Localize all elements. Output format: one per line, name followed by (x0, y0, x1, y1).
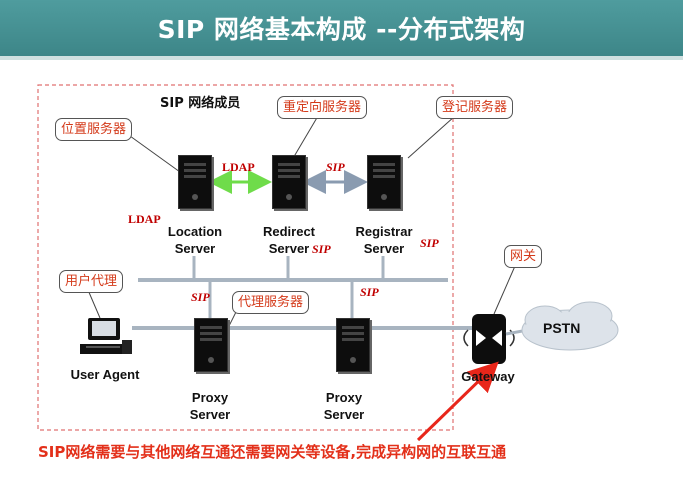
callout-pointer-location (129, 135, 181, 173)
callout-registrar-server: 登记服务器 (436, 96, 514, 119)
label-proxy-server-2-text: Proxy Server (323, 390, 365, 422)
footer-note: SIP网络需要与其他网络互通还需要网关等设备,完成异构网的互联互通 (38, 443, 507, 461)
callout-gateway: 网关 (504, 245, 543, 268)
proxy-server-1-icon (194, 318, 228, 372)
members-title: SIP 网络成员 (160, 96, 241, 111)
registrar-server-icon (367, 155, 401, 209)
label-proxy-server-1: Proxy Server (165, 389, 255, 423)
user-agent-computer-icon (80, 318, 132, 354)
label-user-agent: User Agent (70, 367, 140, 382)
protocol-sip-proxy1: SIP (191, 290, 210, 304)
gateway-icon (463, 314, 515, 364)
callout-pointer-gateway (493, 265, 516, 315)
location-server-icon (178, 155, 212, 209)
callout-user-agent: 用户代理 (59, 270, 124, 293)
label-gateway: Gateway (461, 369, 515, 384)
protocol-ldap-top: LDAP (222, 160, 255, 174)
label-location-server-text: Location Server (167, 224, 223, 256)
callout-pointer-registrar (407, 115, 456, 159)
label-registrar-server-text: Registrar Server (355, 224, 413, 256)
protocol-ldap-side: LDAP (128, 212, 161, 226)
label-proxy-server-2: Proxy Server (299, 389, 389, 423)
protocol-sip-redirect: SIP (312, 242, 331, 256)
proxy-server-2-icon (336, 318, 370, 372)
callout-location-server: 位置服务器 (55, 118, 133, 141)
label-registrar-server: Registrar Server (339, 223, 429, 257)
protocol-sip-top: SIP (326, 160, 345, 174)
callout-redirect-server: 重定向服务器 (277, 96, 368, 119)
label-location-server: Location Server (150, 223, 240, 257)
callout-pointer-user-agent (87, 289, 101, 319)
protocol-sip-proxy2: SIP (360, 285, 379, 299)
protocol-sip-registrar: SIP (420, 236, 439, 250)
label-redirect-server-text: Redirect Server (262, 224, 316, 256)
callout-pointer-redirect (291, 115, 319, 161)
label-pstn: PSTN (543, 320, 581, 336)
callout-proxy-server: 代理服务器 (232, 291, 310, 314)
label-proxy-server-1-text: Proxy Server (189, 390, 231, 422)
redirect-server-icon (272, 155, 306, 209)
